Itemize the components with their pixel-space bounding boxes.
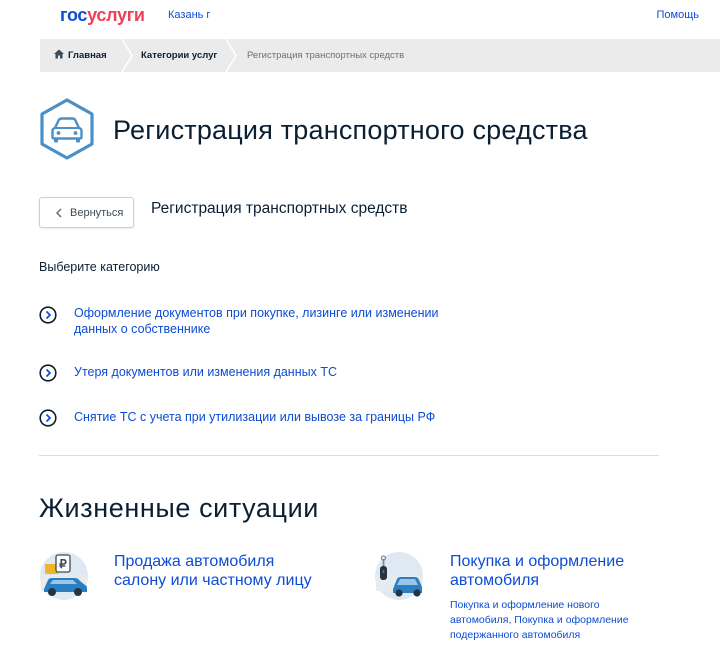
breadcrumb-current: Регистрация транспортных средств: [247, 50, 405, 61]
breadcrumb: Главная Категории услуг Регистрация тран…: [40, 39, 720, 72]
breadcrumb-categories[interactable]: Категории услуг: [141, 39, 217, 72]
divider: [39, 455, 659, 456]
back-button-label: Вернуться: [70, 207, 124, 219]
car-sale-icon: ₽: [40, 552, 88, 600]
category-link[interactable]: Снятие ТС с учета при утилизации или выв…: [74, 409, 494, 425]
gosuslugi-logo[interactable]: госуслуги: [60, 4, 145, 26]
choose-category-label: Выберите категорию: [39, 260, 160, 274]
life-situations-title: Жизненные ситуации: [39, 493, 319, 523]
life-situation-card[interactable]: ₽ Продажа автомобиля салону или частному …: [39, 551, 339, 606]
chevron-circle-icon: [39, 364, 57, 382]
page-title: Регистрация транспортного средства: [113, 115, 588, 145]
chevron-circle-icon: [39, 306, 57, 324]
chevron-circle-icon: [39, 409, 57, 427]
breadcrumb-separator: [225, 39, 237, 72]
section-title: Регистрация транспортных средств: [151, 200, 408, 217]
top-header: госуслуги Казань г Помощь: [0, 0, 720, 38]
category-item[interactable]: Оформление документов при покупке, лизин…: [39, 305, 479, 339]
car-keys-icon: [375, 552, 423, 600]
category-link[interactable]: Оформление документов при покупке, лизин…: [74, 305, 494, 337]
breadcrumb-separator: [121, 39, 133, 72]
back-button[interactable]: Вернуться: [39, 197, 134, 228]
category-item[interactable]: Утеря документов или изменения данных ТС: [39, 364, 479, 382]
breadcrumb-home[interactable]: Главная: [54, 39, 107, 72]
car-icon: [40, 98, 94, 160]
life-situation-description[interactable]: Покупка и оформление нового автомобиля, П…: [450, 598, 670, 643]
svg-text:₽: ₽: [59, 557, 67, 571]
chevron-left-icon: [55, 208, 62, 218]
category-link[interactable]: Утеря документов или изменения данных ТС: [74, 364, 494, 380]
city-selector[interactable]: Казань г: [168, 9, 210, 21]
life-situation-card[interactable]: Покупка и оформление автомобиля Покупка и…: [374, 551, 674, 646]
help-link[interactable]: Помощь: [657, 9, 700, 21]
life-situation-title[interactable]: Продажа автомобиля салону или частному ли…: [114, 552, 344, 590]
category-item[interactable]: Снятие ТС с учета при утилизации или выв…: [39, 409, 479, 427]
life-situation-title[interactable]: Покупка и оформление автомобиля: [450, 552, 670, 590]
home-icon: [54, 49, 64, 59]
